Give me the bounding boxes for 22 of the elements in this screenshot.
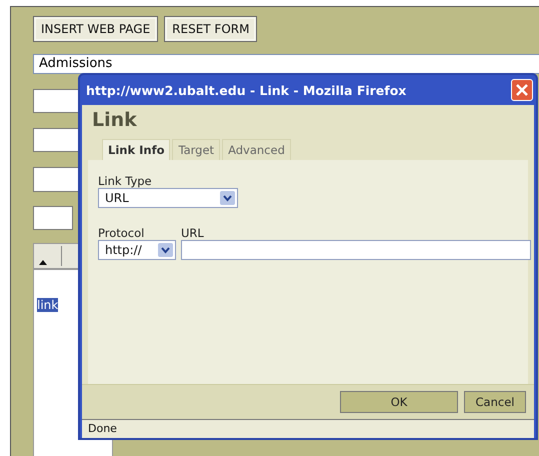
tab[interactable]: Target <box>172 139 220 160</box>
window-title: http://www2.ubalt.edu - Link - Mozilla Firefox <box>86 82 406 98</box>
tab[interactable]: Advanced <box>222 139 291 160</box>
url-field[interactable] <box>181 240 531 260</box>
field-label: Protocol <box>98 226 146 240</box>
dialog-heading: Link <box>91 108 138 131</box>
caret-icon[interactable] <box>39 260 47 265</box>
title-field[interactable]: Admissions <box>33 54 539 74</box>
dialog-button[interactable]: Cancel <box>464 391 526 413</box>
form-button[interactable]: RESET FORM <box>164 16 258 42</box>
status-bar: Done <box>82 420 534 438</box>
input-field[interactable] <box>33 206 73 230</box>
dialog-button[interactable]: OK <box>340 391 458 413</box>
protocol-dropdown[interactable]: http:// <box>98 240 176 260</box>
close-icon <box>515 83 529 97</box>
close-button[interactable] <box>511 79 533 101</box>
selected-text: link <box>37 298 58 312</box>
tab[interactable]: Link Info <box>102 139 170 160</box>
field-label: Link Type <box>98 174 153 188</box>
form-button[interactable]: INSERT WEB PAGE <box>33 16 158 42</box>
field-label: URL <box>181 226 205 240</box>
link-type-dropdown[interactable]: URL <box>98 188 238 208</box>
